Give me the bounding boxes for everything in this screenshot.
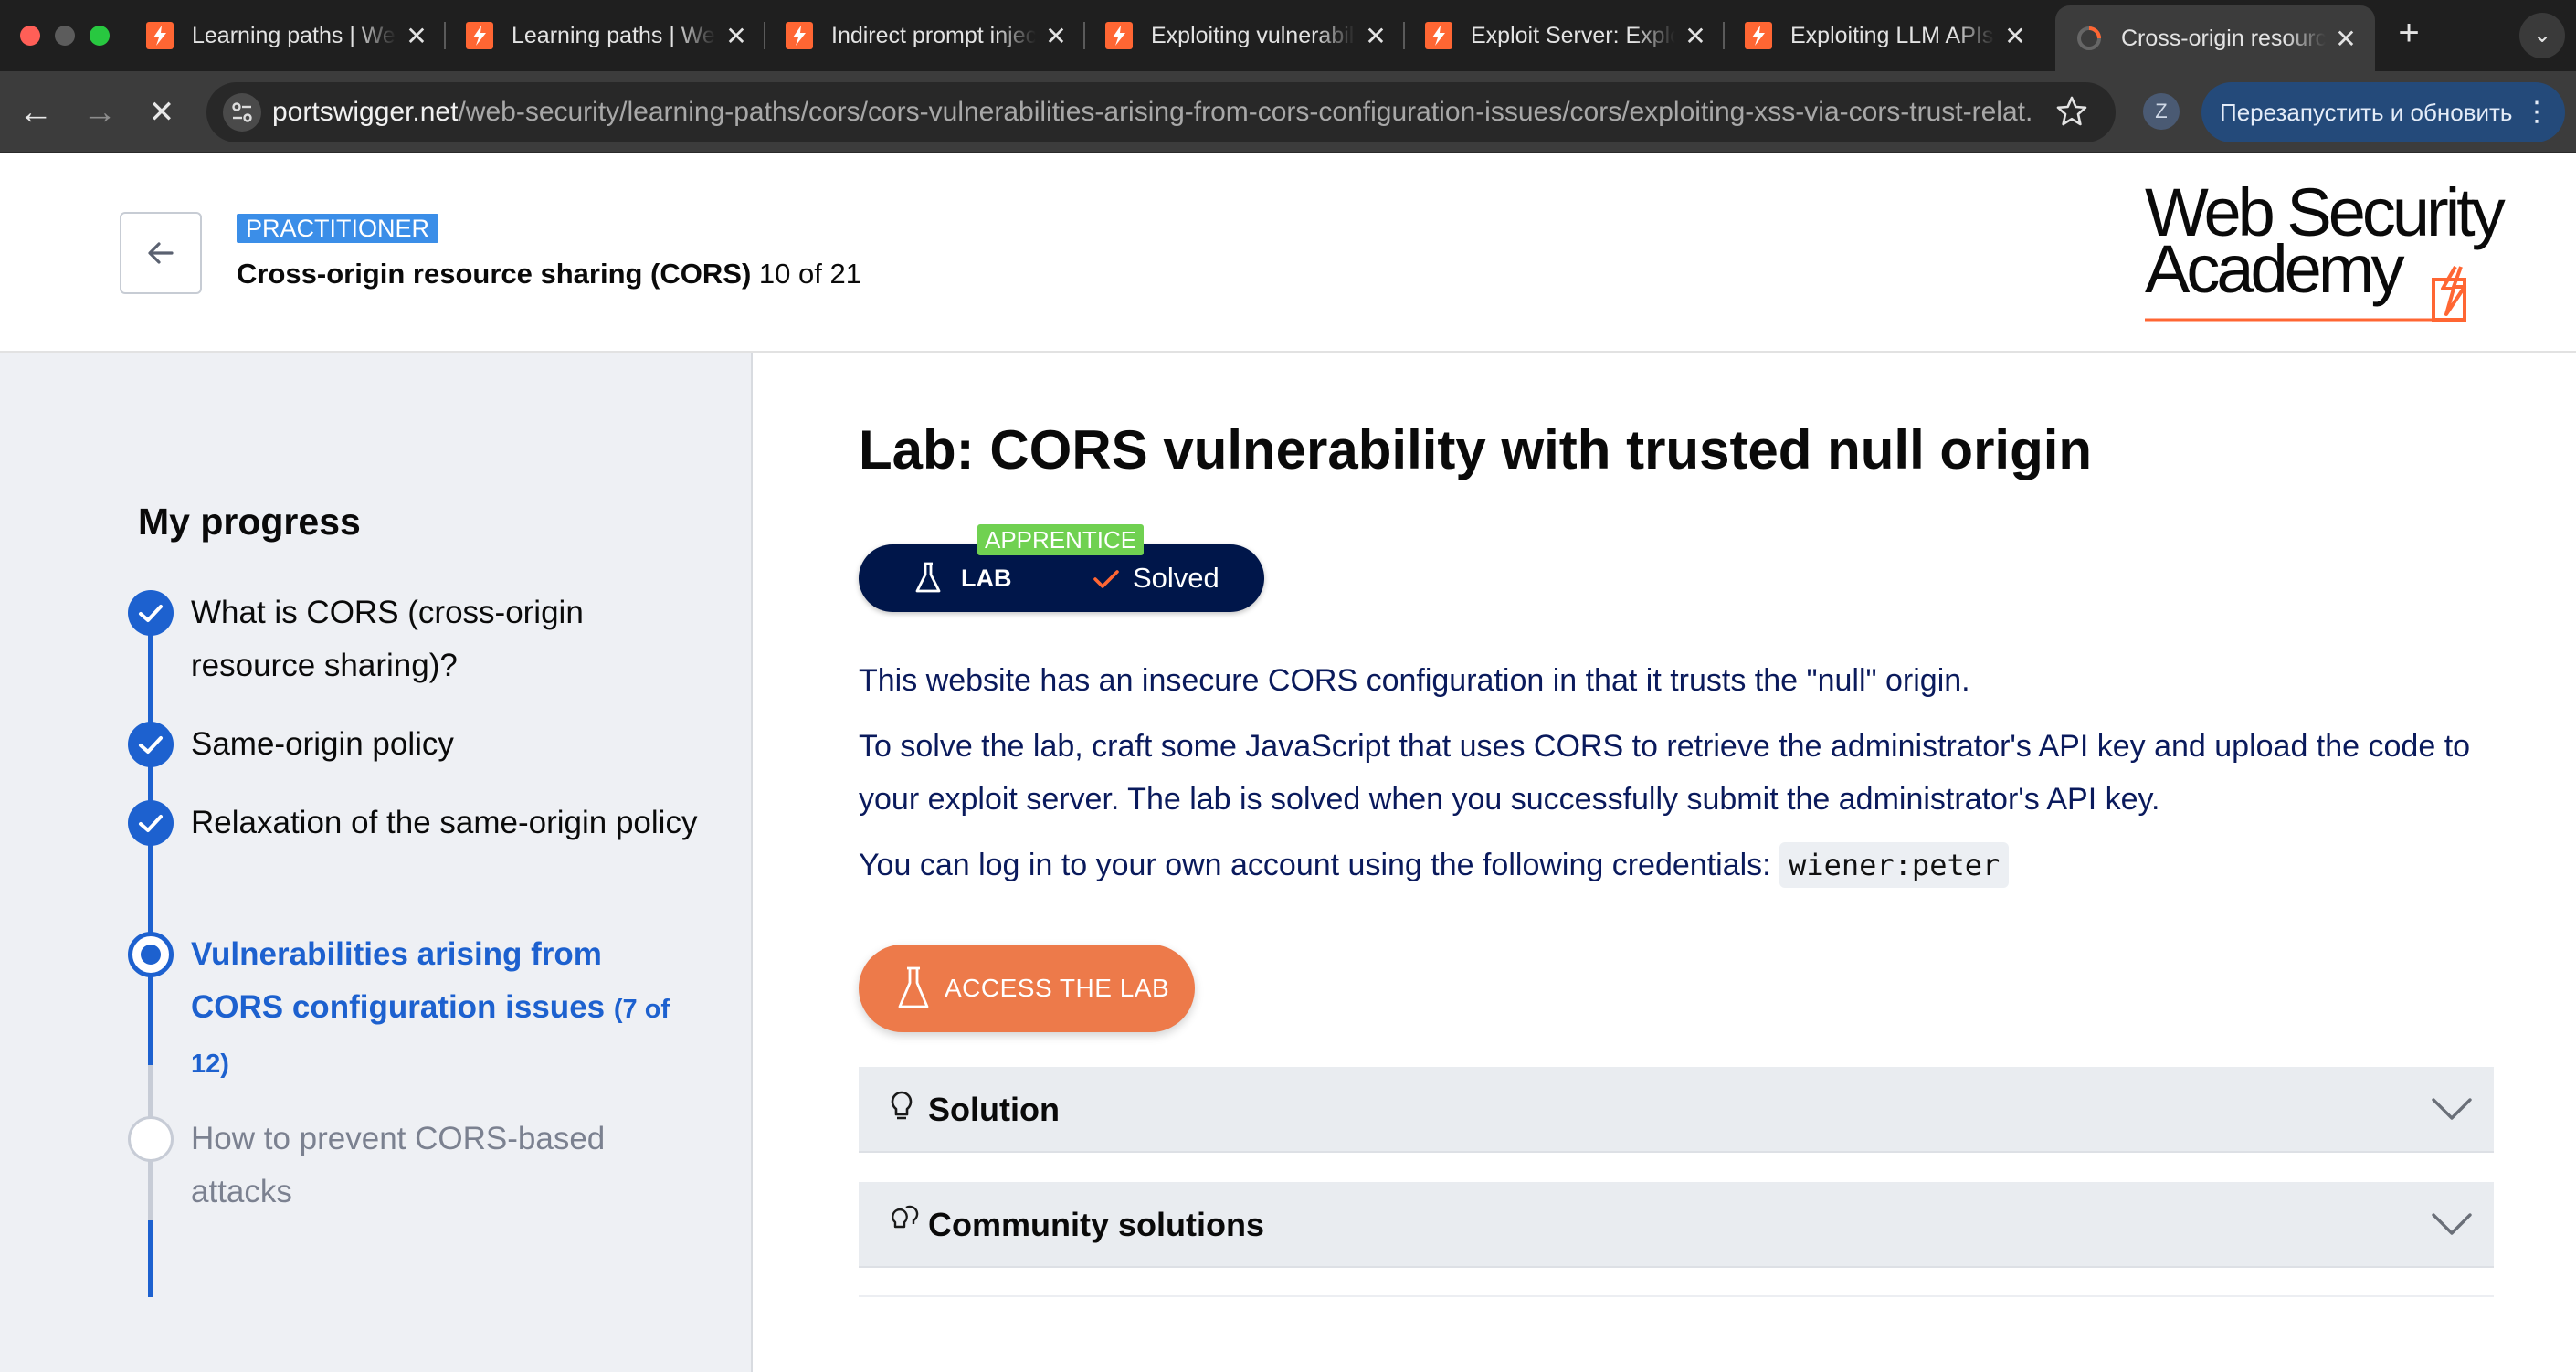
tab-close-icon[interactable]: ✕	[716, 21, 756, 51]
lab-status: Solved	[1133, 562, 1219, 594]
credentials-intro: You can log in to your own account using…	[859, 848, 1771, 882]
check-circle-icon	[128, 590, 174, 636]
window-zoom-button[interactable]	[90, 26, 110, 46]
checkmark-icon	[1093, 570, 1119, 588]
profile-avatar[interactable]: Z	[2143, 93, 2180, 130]
lightbulb-icon	[891, 1091, 913, 1120]
flask-icon	[915, 562, 941, 593]
tab-search-menu-button[interactable]: ⌄	[2519, 13, 2565, 58]
logo-bolt-icon	[2145, 265, 2466, 322]
lab-content: Lab: CORS vulnerability with trusted nul…	[755, 353, 2576, 1372]
browser-tab[interactable]: Exploiting vulnerabilities ✕	[1085, 5, 1405, 66]
stop-loading-icon[interactable]: ✕	[139, 90, 185, 135]
tab-close-icon[interactable]: ✕	[396, 21, 437, 51]
relaunch-update-button[interactable]: Перезапустить и обновить ⋮	[2201, 82, 2565, 142]
back-button[interactable]	[120, 212, 202, 294]
browser-tab-active[interactable]: Cross-origin resource sharing ✕	[2055, 5, 2375, 71]
url-host: portswigger.net	[272, 97, 459, 127]
tab-title: Exploiting LLM APIs	[1790, 22, 1994, 48]
tab-title: Learning paths | Web Security Academy	[512, 22, 716, 48]
window-minimize-button[interactable]	[55, 26, 75, 46]
community-solutions-accordion[interactable]: Community solutions	[859, 1182, 2494, 1268]
current-step-title: Vulnerabilities arising from CORS config…	[191, 936, 606, 1025]
step-label[interactable]: Relaxation of the same-origin policy	[191, 797, 702, 850]
portswigger-favicon-icon	[1745, 22, 1772, 49]
access-lab-button[interactable]: ACCESS THE LAB	[859, 945, 1195, 1032]
level-badge: PRACTITIONER	[237, 214, 439, 243]
step-label[interactable]: What is CORS (cross-origin resource shar…	[191, 586, 702, 692]
chevron-down-icon	[2432, 1213, 2472, 1235]
portswigger-favicon-icon	[466, 22, 493, 49]
tab-title: Indirect prompt injection	[831, 22, 1036, 48]
arrow-left-icon	[148, 242, 174, 264]
lab-description-2: To solve the lab, craft some JavaScript …	[859, 729, 2471, 817]
portswigger-favicon-icon	[146, 22, 174, 49]
community-solutions-label: Community solutions	[928, 1206, 1264, 1243]
tab-close-icon[interactable]: ✕	[1675, 21, 1716, 51]
browser-tab[interactable]: Exploit Server: Exploiting ✕	[1405, 5, 1725, 66]
lab-title: Lab: CORS vulnerability with trusted nul…	[859, 419, 2093, 480]
new-tab-button[interactable]: +	[2386, 13, 2432, 54]
empty-circle-icon	[128, 1116, 174, 1162]
content-divider	[859, 1295, 2494, 1297]
chevron-down-icon	[2432, 1098, 2472, 1120]
check-circle-icon	[128, 800, 174, 846]
check-circle-icon	[128, 722, 174, 767]
flask-icon	[898, 966, 929, 1008]
browser-tab[interactable]: Exploiting LLM APIs ✕	[1725, 5, 2044, 66]
step-label[interactable]: Same-origin policy	[191, 718, 702, 771]
progress-sidebar: My progress What is CORS (cross-origin r…	[0, 353, 753, 1372]
progress-heading: My progress	[138, 501, 361, 543]
tab-close-icon[interactable]: ✕	[1036, 21, 1076, 51]
browser-tab[interactable]: Learning paths | Web Security Academy ✕	[446, 5, 765, 66]
relaunch-label: Перезапустить и обновить	[2220, 99, 2513, 126]
portswigger-favicon-icon	[1425, 22, 1452, 49]
solution-label: Solution	[928, 1091, 1060, 1128]
back-arrow-icon[interactable]: ←	[13, 90, 58, 135]
portswigger-favicon-icon	[1105, 22, 1133, 49]
browser-tab[interactable]: Learning paths | Web Security Academy ✕	[126, 5, 446, 66]
lightbulbs-icon	[892, 1205, 919, 1229]
loading-favicon-icon	[2077, 26, 2101, 50]
tab-close-icon[interactable]: ✕	[2326, 24, 2366, 54]
address-bar[interactable]: portswigger.net/web-security/learning-pa…	[206, 82, 2116, 142]
more-menu-icon[interactable]: ⋮	[2523, 82, 2550, 142]
bookmark-star-icon[interactable]	[2053, 93, 2090, 130]
lab-description-3: You can log in to your own account using…	[859, 839, 2503, 892]
window-close-button[interactable]	[20, 26, 40, 46]
forward-arrow-icon[interactable]: →	[77, 90, 122, 135]
topic-title: Cross-origin resource sharing (CORS)	[237, 258, 752, 290]
path-progress: 10 of 21	[758, 258, 861, 290]
step-label[interactable]: How to prevent CORS-based attacks	[191, 1113, 702, 1219]
url-text[interactable]: portswigger.net/web-security/learning-pa…	[272, 82, 2035, 142]
tab-close-icon[interactable]: ✕	[1995, 21, 2035, 51]
access-lab-label: ACCESS THE LAB	[945, 974, 1170, 1002]
portswigger-favicon-icon	[786, 22, 813, 49]
browser-toolbar: ← → ✕ portswigger.net/web-security/learn…	[0, 71, 2576, 153]
url-path: /web-security/learning-paths/cors/cors-v…	[458, 97, 2035, 127]
credentials-code: wiener:peter	[1779, 842, 2010, 888]
learning-path-header: PRACTITIONER Cross-origin resource shari…	[0, 155, 2576, 353]
tab-title: Exploit Server: Exploiting	[1471, 22, 1675, 48]
tab-title: Exploiting vulnerabilities	[1151, 22, 1356, 48]
lab-description-1: This website has an insecure CORS config…	[859, 663, 1970, 698]
browser-tab-bar: Learning paths | Web Security Academy ✕ …	[0, 0, 2576, 71]
solution-accordion[interactable]: Solution	[859, 1067, 2494, 1153]
current-step-dot-icon	[128, 932, 174, 977]
tab-close-icon[interactable]: ✕	[1356, 21, 1396, 51]
path-title: Cross-origin resource sharing (CORS) 10 …	[237, 258, 861, 290]
browser-tab[interactable]: Indirect prompt injection ✕	[765, 5, 1085, 66]
tab-title: Learning paths | Web Security Academy	[192, 22, 396, 48]
tab-title: Cross-origin resource sharing	[2121, 25, 2326, 51]
web-security-academy-logo[interactable]: Web Security Academy	[2145, 179, 2510, 334]
step-label-current[interactable]: Vulnerabilities arising from CORS config…	[191, 928, 702, 1091]
difficulty-badge: APPRENTICE	[977, 524, 1145, 555]
site-info-icon[interactable]	[223, 93, 261, 132]
